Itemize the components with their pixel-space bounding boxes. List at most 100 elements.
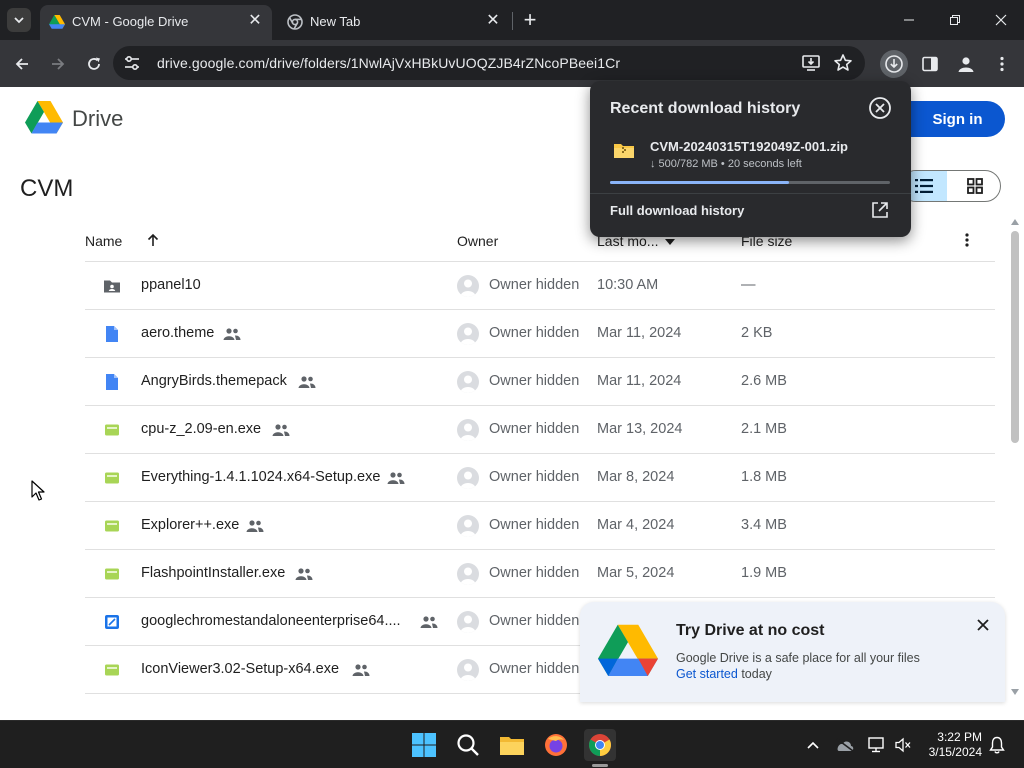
- file-explorer-button[interactable]: [496, 729, 528, 761]
- volume-tray-icon[interactable]: [892, 735, 914, 755]
- file-size: —: [741, 277, 756, 293]
- file-name: aero.theme: [141, 325, 215, 341]
- minimize-button[interactable]: [886, 0, 932, 40]
- close-icon[interactable]: [974, 616, 992, 634]
- new-tab-button[interactable]: +: [518, 8, 542, 32]
- person-icon: [460, 471, 476, 489]
- installer-icon: [105, 615, 119, 629]
- try-drive-promo: Try Drive at no cost Google Drive is a s…: [580, 602, 1005, 702]
- address-bar[interactable]: drive.google.com/drive/folders/1NwlAjVxH…: [113, 46, 865, 80]
- open-in-new-icon[interactable]: [871, 201, 889, 219]
- active-app-indicator: [592, 764, 608, 767]
- chrome-icon: [287, 14, 303, 30]
- tab-new-tab[interactable]: New Tab ✕: [278, 5, 510, 40]
- start-button[interactable]: [408, 729, 440, 761]
- browser-toolbar: drive.google.com/drive/folders/1NwlAjVxH…: [0, 40, 1024, 87]
- show-hidden-icons-button[interactable]: [802, 735, 824, 755]
- search-icon: [457, 734, 479, 756]
- download-file-name[interactable]: CVM-20240315T192049Z-001.zip: [650, 139, 848, 154]
- bookmark-star-icon[interactable]: [833, 53, 853, 73]
- chrome-menu-button[interactable]: [988, 50, 1016, 78]
- file-row[interactable]: AngryBirds.themepack Owner hidden Mar 11…: [85, 358, 995, 406]
- file-size: 2 KB: [741, 325, 773, 341]
- notifications-button[interactable]: [986, 735, 1008, 755]
- close-circle-icon[interactable]: [868, 96, 892, 120]
- download-bubble-title: Recent download history: [610, 100, 801, 117]
- shared-people-icon: [223, 328, 241, 340]
- tab-search-button[interactable]: [7, 8, 31, 32]
- sign-in-button[interactable]: Sign in: [910, 101, 1005, 137]
- file-row[interactable]: cpu-z_2.09-en.exe Owner hidden Mar 13, 2…: [85, 406, 995, 454]
- scroll-down-arrow-icon[interactable]: [1011, 689, 1019, 695]
- windows-start-icon: [412, 733, 436, 757]
- shared-people-icon: [295, 568, 313, 580]
- onedrive-tray-icon[interactable]: [834, 735, 856, 755]
- scroll-up-arrow-icon[interactable]: [1011, 219, 1019, 225]
- tab-title: CVM - Google Drive: [72, 14, 189, 29]
- caret-down-icon[interactable]: [665, 239, 675, 245]
- install-app-icon[interactable]: [801, 53, 821, 73]
- restore-button[interactable]: [932, 0, 978, 40]
- file-owner: Owner hidden: [489, 277, 580, 293]
- file-row[interactable]: Explorer++.exe Owner hidden Mar 4, 2024 …: [85, 502, 995, 550]
- windows-taskbar: 3:22 PM 3/15/2024: [0, 720, 1024, 768]
- profile-icon: [958, 57, 974, 72]
- person-icon: [460, 327, 476, 345]
- back-button[interactable]: [8, 50, 36, 78]
- sort-arrow-up-icon[interactable]: [146, 233, 160, 247]
- executable-icon: [105, 520, 119, 532]
- page-scrollbar[interactable]: [1008, 217, 1022, 697]
- close-window-button[interactable]: [978, 0, 1024, 40]
- file-row[interactable]: aero.theme Owner hidden Mar 11, 2024 2 K…: [85, 310, 995, 358]
- side-panel-button[interactable]: [916, 50, 944, 78]
- file-name: cpu-z_2.09-en.exe: [141, 421, 262, 437]
- file-row[interactable]: Everything-1.4.1.1024.x64-Setup.exe Owne…: [85, 454, 995, 502]
- tab-cvm-google-drive[interactable]: CVM - Google Drive ✕: [40, 5, 272, 40]
- site-info-icon[interactable]: [123, 55, 141, 71]
- file-modified: 10:30 AM: [597, 277, 659, 293]
- restore-icon: [950, 15, 960, 25]
- more-vert-icon: [1000, 56, 1004, 72]
- close-tab-icon[interactable]: ✕: [246, 12, 264, 30]
- person-icon: [460, 663, 476, 681]
- reload-button[interactable]: [80, 50, 108, 78]
- column-header-owner[interactable]: Owner: [457, 233, 498, 249]
- tab-separator: [512, 12, 513, 30]
- file-modified: Mar 8, 2024: [597, 469, 675, 485]
- profile-button[interactable]: [952, 50, 980, 78]
- column-header-name[interactable]: Name: [85, 233, 122, 249]
- download-status: ↓ 500/782 MB • 20 seconds left: [650, 158, 802, 170]
- forward-button[interactable]: [44, 50, 72, 78]
- promo-description: Google Drive is a safe place for all you…: [676, 651, 920, 665]
- download-progress-bar: [610, 181, 890, 184]
- downloads-button[interactable]: [880, 50, 908, 78]
- network-tray-icon[interactable]: [866, 735, 888, 755]
- promo-cta-suffix: today: [737, 667, 772, 681]
- scrollbar-thumb[interactable]: [1011, 231, 1019, 443]
- file-modified: Mar 11, 2024: [597, 373, 682, 389]
- clock-time: 3:22 PM: [937, 730, 982, 744]
- executable-icon: [105, 424, 119, 436]
- close-tab-icon[interactable]: ✕: [484, 12, 502, 30]
- owner-avatar: [457, 659, 479, 681]
- document-icon: [106, 374, 118, 390]
- url-text: drive.google.com/drive/folders/1NwlAjVxH…: [157, 55, 621, 71]
- google-drive-logo: [598, 624, 658, 677]
- full-download-history-link[interactable]: Full download history: [610, 203, 744, 218]
- bubble-divider: [590, 193, 911, 194]
- reload-icon: [88, 57, 100, 70]
- google-drive-logo[interactable]: [25, 100, 63, 134]
- taskbar-search-button[interactable]: [452, 729, 484, 761]
- file-row[interactable]: ppanel10 Owner hidden 10:30 AM —: [85, 262, 995, 310]
- person-icon: [460, 279, 476, 297]
- more-vert-icon[interactable]: [965, 233, 969, 247]
- get-started-link[interactable]: Get started: [676, 667, 738, 681]
- chrome-taskbar-button[interactable]: [584, 729, 616, 761]
- system-clock[interactable]: 3:22 PM 3/15/2024: [922, 730, 982, 760]
- file-name: ppanel10: [141, 277, 201, 293]
- grid-view-button[interactable]: [949, 171, 1000, 201]
- firefox-button[interactable]: [540, 729, 572, 761]
- cloud-off-icon: [836, 738, 854, 752]
- executable-icon: [105, 664, 119, 676]
- file-row[interactable]: FlashpointInstaller.exe Owner hidden Mar…: [85, 550, 995, 598]
